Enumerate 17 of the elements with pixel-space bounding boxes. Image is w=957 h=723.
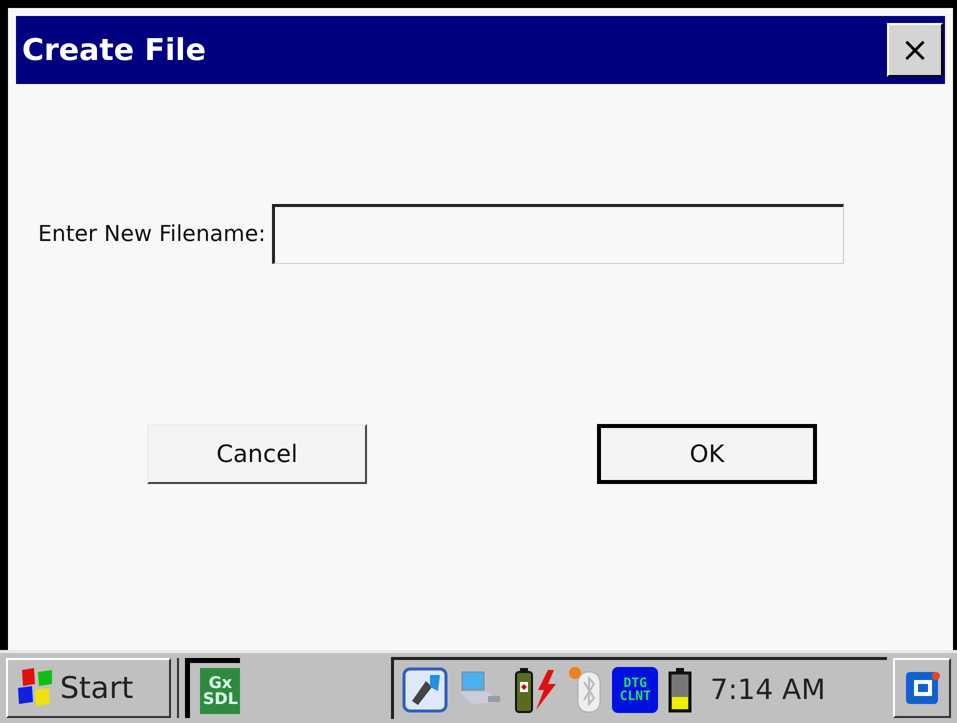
battery-charging-icon[interactable] [512, 666, 558, 714]
clock[interactable]: 7:14 AM [710, 668, 826, 710]
window-title: Create File [22, 32, 206, 70]
app-icon-label: SDL [202, 690, 238, 706]
battery-icon[interactable] [668, 666, 692, 712]
app-icon-label: Gx [208, 674, 232, 690]
filename-field[interactable] [272, 204, 844, 264]
cancel-button[interactable]: Cancel [147, 424, 367, 484]
start-button[interactable]: Start [6, 658, 171, 718]
filename-label: Enter New Filename: [38, 220, 266, 248]
desktop-button[interactable] [893, 658, 951, 718]
client-icon-label: DTG [624, 676, 648, 690]
client-icon-label: CLNT [620, 690, 651, 702]
ok-button[interactable]: OK [597, 424, 817, 484]
close-button[interactable]: × [887, 23, 943, 77]
client-icon[interactable]: DTG CLNT [612, 666, 658, 712]
tools-icon[interactable] [402, 666, 448, 712]
